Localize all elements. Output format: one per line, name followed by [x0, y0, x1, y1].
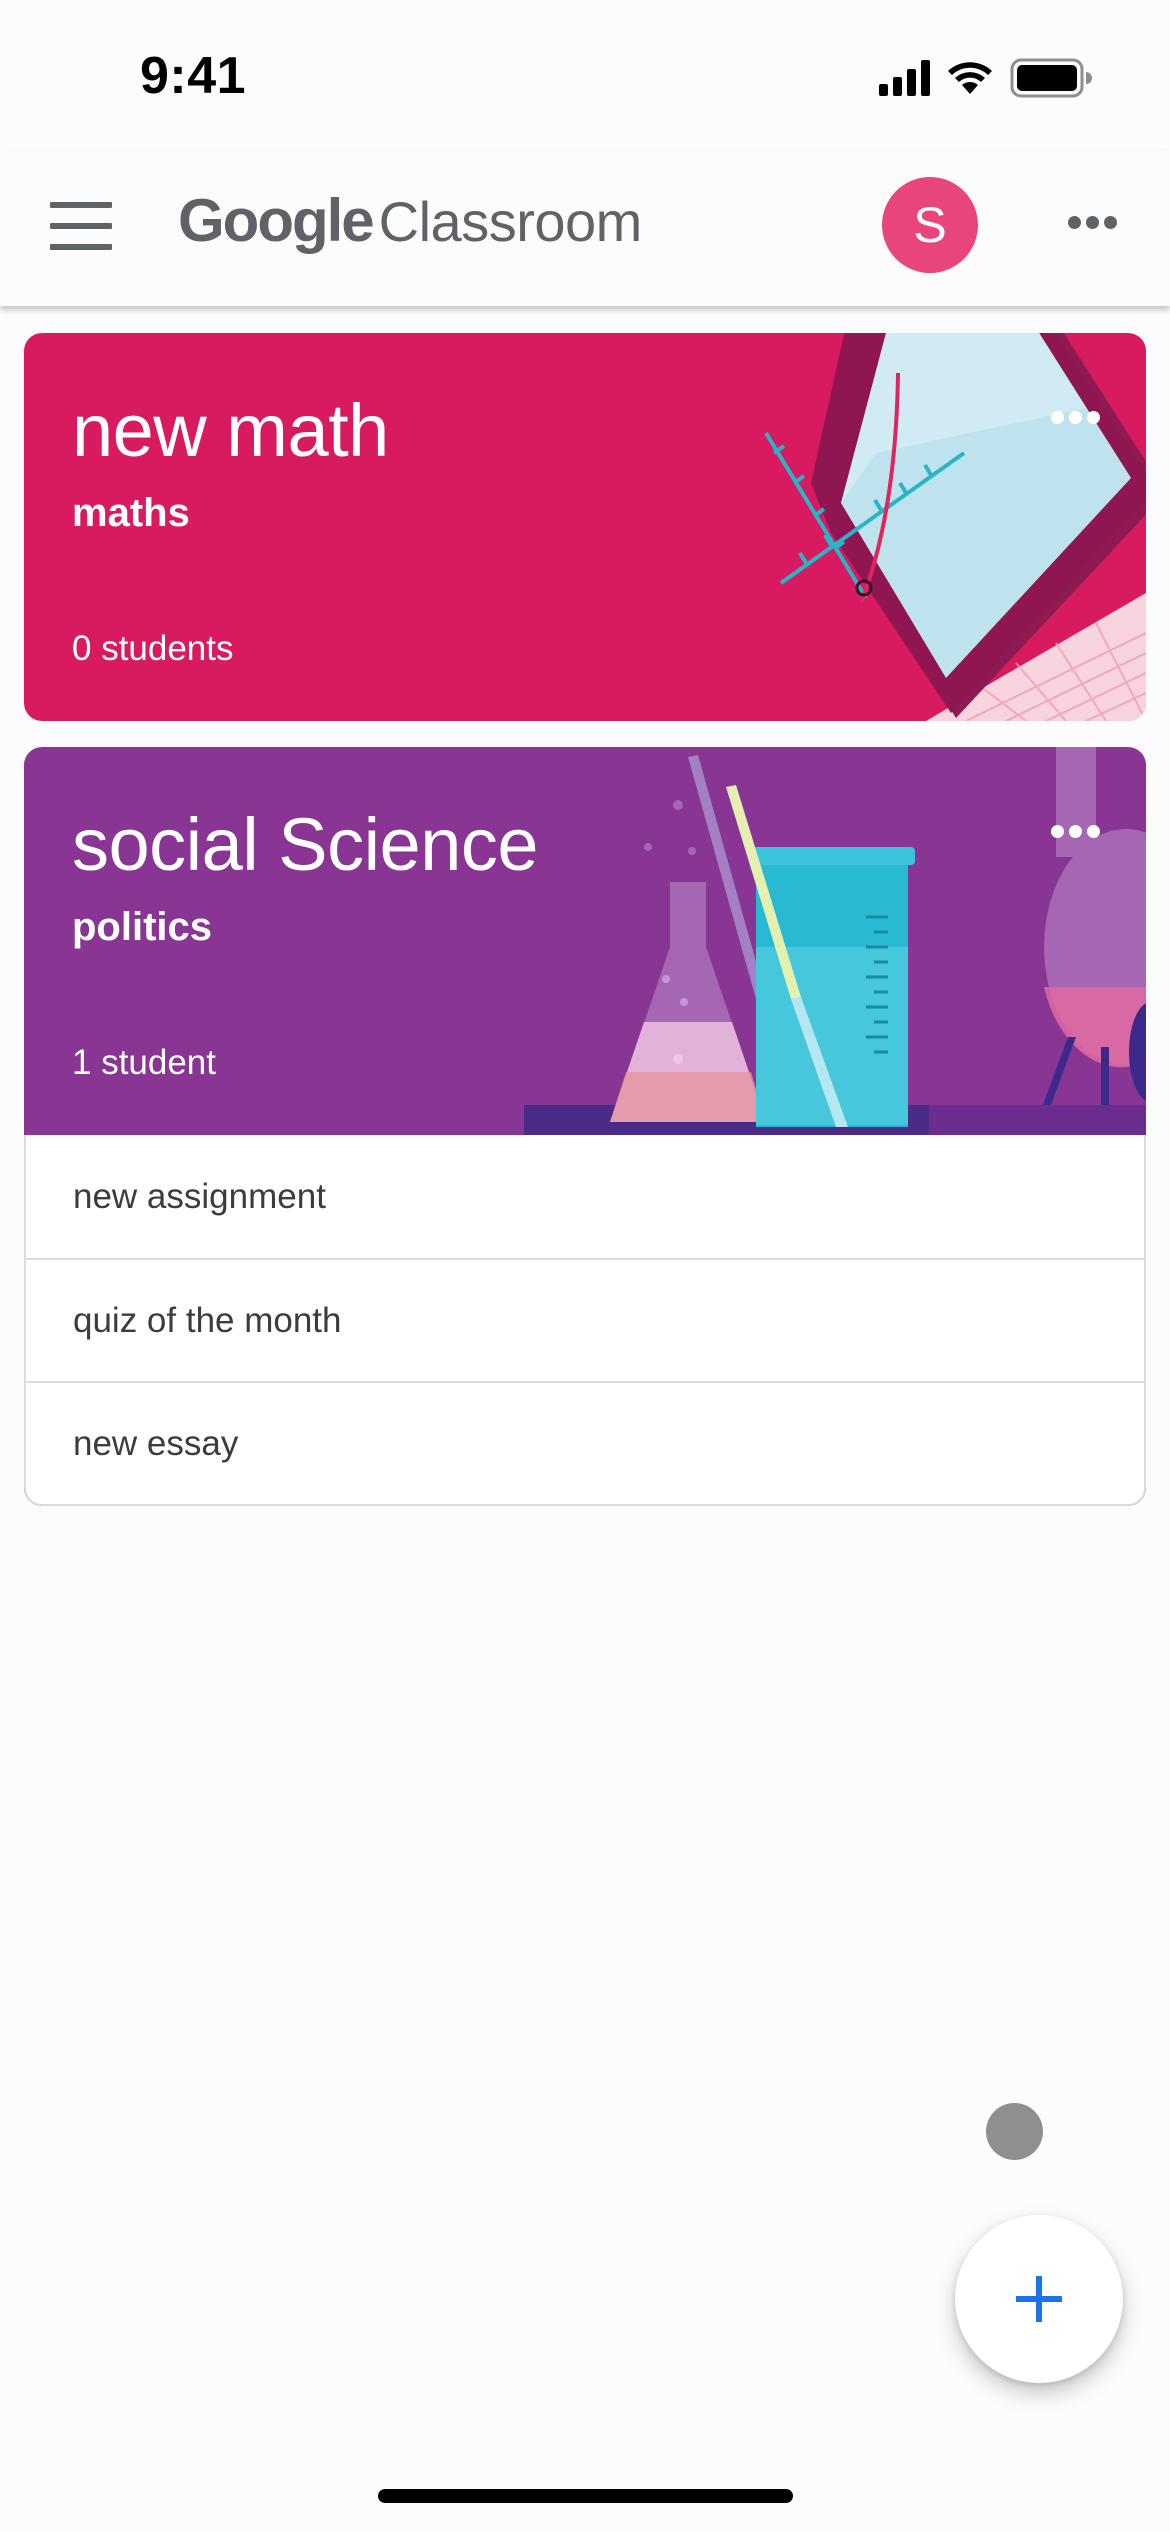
class-more-options-icon[interactable] [1051, 825, 1100, 838]
touch-indicator [986, 2103, 1043, 2160]
class-title[interactable]: new math [72, 388, 389, 473]
logo-google: Google [178, 187, 375, 254]
list-item[interactable]: new essay [26, 1381, 1144, 1504]
cellular-signal-icon [879, 60, 930, 96]
class-section: maths [72, 491, 190, 535]
create-class-button[interactable] [955, 2215, 1123, 2383]
class-banner[interactable]: new math maths 0 students [24, 333, 1146, 721]
status-bar: 9:41 [0, 0, 1170, 150]
status-time: 9:41 [140, 47, 247, 105]
app-logo: Google Classroom [178, 186, 642, 255]
class-section: politics [72, 905, 213, 949]
class-more-options-icon[interactable] [1051, 411, 1100, 424]
wifi-icon [948, 62, 992, 94]
upcoming-work-list: new assignment quiz of the month new ess… [24, 1135, 1146, 1506]
class-title[interactable]: social Science [72, 802, 539, 887]
account-avatar[interactable]: S [882, 177, 978, 273]
home-indicator[interactable] [378, 2489, 793, 2503]
student-count: 0 students [72, 629, 234, 668]
status-icons [879, 58, 1092, 98]
more-options-icon[interactable] [1068, 216, 1117, 229]
list-item[interactable]: new assignment [26, 1135, 1144, 1258]
class-banner[interactable]: social Science politics 1 student [24, 747, 1146, 1135]
class-card[interactable]: social Science politics 1 student new as… [24, 747, 1146, 1506]
battery-icon [1010, 58, 1092, 98]
list-item[interactable]: quiz of the month [26, 1258, 1144, 1381]
app-bar: Google Classroom S [0, 150, 1170, 306]
hamburger-menu-icon[interactable] [50, 202, 112, 250]
logo-product: Classroom [378, 190, 643, 253]
class-card[interactable]: new math maths 0 students [24, 333, 1146, 721]
student-count: 1 student [72, 1043, 216, 1082]
tablet-graph-illustration [764, 333, 1146, 721]
plus-icon [1016, 2276, 1062, 2322]
